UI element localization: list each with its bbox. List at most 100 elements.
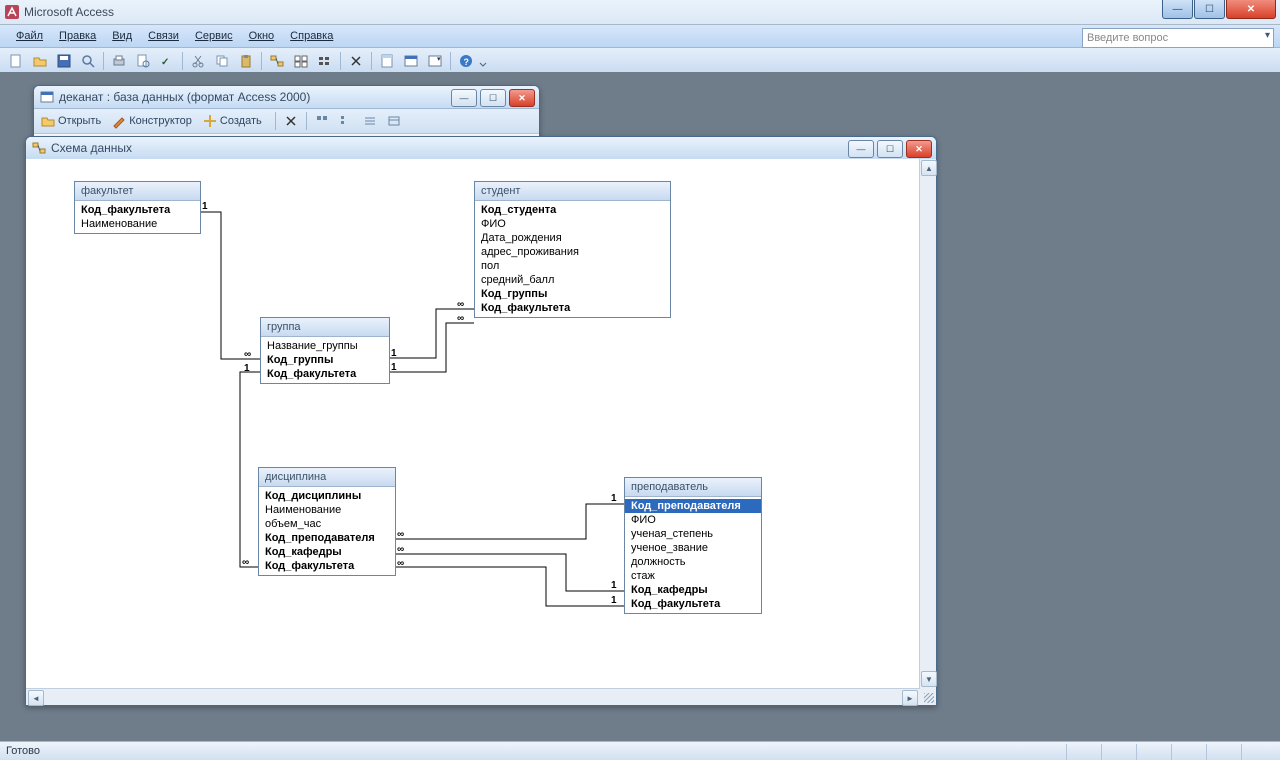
menu-relations[interactable]: Связи	[140, 28, 187, 44]
db-open-button[interactable]: Открыть	[40, 113, 101, 129]
relationship-lines	[26, 159, 920, 689]
menu-file[interactable]: Файл	[8, 28, 51, 44]
db-view-list-icon[interactable]	[359, 110, 381, 132]
schema-canvas[interactable]: 1 ∞ 1 1 ∞ ∞ 1 ∞ ∞ ∞ ∞ 1 1 1 факультет Ко…	[26, 159, 920, 689]
field[interactable]: объем_час	[259, 517, 395, 531]
scroll-left-icon[interactable]: ◄	[28, 690, 44, 706]
search-icon[interactable]	[77, 50, 99, 72]
field-pk[interactable]: Код_группы	[261, 353, 389, 367]
field-fk[interactable]: Код_факультета	[625, 597, 761, 611]
entity-title[interactable]: группа	[261, 318, 389, 337]
preview-icon[interactable]	[132, 50, 154, 72]
db-window-icon[interactable]	[400, 50, 422, 72]
cut-icon[interactable]	[187, 50, 209, 72]
new-icon[interactable]	[5, 50, 27, 72]
field-pk[interactable]: Код_студента	[475, 203, 670, 217]
open-icon	[40, 113, 56, 129]
show-table-icon[interactable]	[290, 50, 312, 72]
delete-icon[interactable]	[345, 50, 367, 72]
field[interactable]: Название_группы	[261, 339, 389, 353]
maximize-button[interactable]: ☐	[1194, 0, 1225, 19]
field[interactable]: средний_балл	[475, 273, 670, 287]
entity-title[interactable]: преподаватель	[625, 478, 761, 497]
field[interactable]: пол	[475, 259, 670, 273]
ask-question-input[interactable]: Введите вопрос	[1082, 28, 1274, 48]
entity-discipline[interactable]: дисциплина Код_дисциплины Наименование о…	[258, 467, 396, 576]
entity-title[interactable]: дисциплина	[259, 468, 395, 487]
db-title-bar[interactable]: деканат : база данных (формат Access 200…	[34, 86, 539, 109]
field-pk[interactable]: Код_факультета	[75, 203, 200, 217]
field[interactable]: Дата_рождения	[475, 231, 670, 245]
field-fk[interactable]: Код_факультета	[261, 367, 389, 381]
toolbar-overflow-icon[interactable]	[479, 50, 487, 72]
schema-title-bar[interactable]: Схема данных — ☐ ✕	[26, 137, 936, 160]
rel-one: 1	[391, 362, 397, 373]
field[interactable]: ученая_степень	[625, 527, 761, 541]
menu-window[interactable]: Окно	[241, 28, 283, 44]
field[interactable]: ФИО	[475, 217, 670, 231]
db-constructor-button[interactable]: Конструктор	[111, 113, 192, 129]
db-delete-icon[interactable]	[280, 110, 302, 132]
open-icon[interactable]	[29, 50, 51, 72]
db-view-large-icon[interactable]	[311, 110, 333, 132]
entity-teacher[interactable]: преподаватель Код_преподавателя ФИО учен…	[624, 477, 762, 614]
entity-title[interactable]: студент	[475, 182, 670, 201]
new-object-icon[interactable]: ▾	[424, 50, 446, 72]
db-close-button[interactable]: ✕	[509, 89, 535, 107]
entity-title[interactable]: факультет	[75, 182, 200, 201]
db-window-title: деканат : база данных (формат Access 200…	[59, 90, 310, 104]
db-create-button[interactable]: Создать	[202, 113, 262, 129]
menu-help[interactable]: Справка	[282, 28, 341, 44]
db-minimize-button[interactable]: —	[451, 89, 477, 107]
field-fk[interactable]: Код_факультета	[475, 301, 670, 315]
menu-service[interactable]: Сервис	[187, 28, 241, 44]
field-fk[interactable]: Код_преподавателя	[259, 531, 395, 545]
size-grip[interactable]	[920, 689, 936, 705]
mdi-area: деканат : база данных (формат Access 200…	[0, 72, 1280, 742]
page-setup-icon[interactable]	[376, 50, 398, 72]
copy-icon[interactable]	[211, 50, 233, 72]
minimize-button[interactable]: —	[1162, 0, 1193, 19]
scroll-down-icon[interactable]: ▼	[921, 671, 937, 687]
relationships-icon[interactable]	[266, 50, 288, 72]
field-fk[interactable]: Код_факультета	[259, 559, 395, 573]
field-fk[interactable]: Код_кафедры	[625, 583, 761, 597]
field[interactable]: должность	[625, 555, 761, 569]
field[interactable]: стаж	[625, 569, 761, 583]
print-icon[interactable]	[108, 50, 130, 72]
scroll-right-icon[interactable]: ►	[902, 690, 918, 706]
entity-student[interactable]: студент Код_студента ФИО Дата_рождения а…	[474, 181, 671, 318]
field-fk[interactable]: Код_группы	[475, 287, 670, 301]
field-pk-selected[interactable]: Код_преподавателя	[625, 499, 761, 513]
entity-faculty[interactable]: факультет Код_факультета Наименование	[74, 181, 201, 234]
save-icon[interactable]	[53, 50, 75, 72]
db-view-details-icon[interactable]	[383, 110, 405, 132]
schema-minimize-button[interactable]: —	[848, 140, 874, 158]
schema-window[interactable]: Схема данных — ☐ ✕	[25, 136, 937, 706]
scroll-up-icon[interactable]: ▲	[921, 160, 937, 176]
design-icon	[111, 113, 127, 129]
field[interactable]: ученое_звание	[625, 541, 761, 555]
schema-maximize-button[interactable]: ☐	[877, 140, 903, 158]
close-button[interactable]: ✕	[1226, 0, 1276, 19]
field[interactable]: Наименование	[75, 217, 200, 231]
field[interactable]: адрес_проживания	[475, 245, 670, 259]
menu-edit[interactable]: Правка	[51, 28, 104, 44]
field[interactable]: ФИО	[625, 513, 761, 527]
menu-view[interactable]: Вид	[104, 28, 140, 44]
db-maximize-button[interactable]: ☐	[480, 89, 506, 107]
field[interactable]: Наименование	[259, 503, 395, 517]
field-fk[interactable]: Код_кафедры	[259, 545, 395, 559]
help-icon[interactable]: ?	[455, 50, 477, 72]
spelling-icon[interactable]: ✓	[156, 50, 178, 72]
field-pk[interactable]: Код_дисциплины	[259, 489, 395, 503]
title-bar: Microsoft Access — ☐ ✕	[0, 0, 1280, 25]
paste-icon[interactable]	[235, 50, 257, 72]
schema-close-button[interactable]: ✕	[906, 140, 932, 158]
entity-group[interactable]: группа Название_группы Код_группы Код_фа…	[260, 317, 390, 384]
db-view-small-icon[interactable]	[335, 110, 357, 132]
vertical-scrollbar[interactable]: ▲ ▼	[919, 159, 936, 689]
svg-text:?: ?	[464, 57, 470, 67]
show-all-icon[interactable]	[314, 50, 336, 72]
horizontal-scrollbar[interactable]: ◄ ►	[26, 688, 920, 705]
